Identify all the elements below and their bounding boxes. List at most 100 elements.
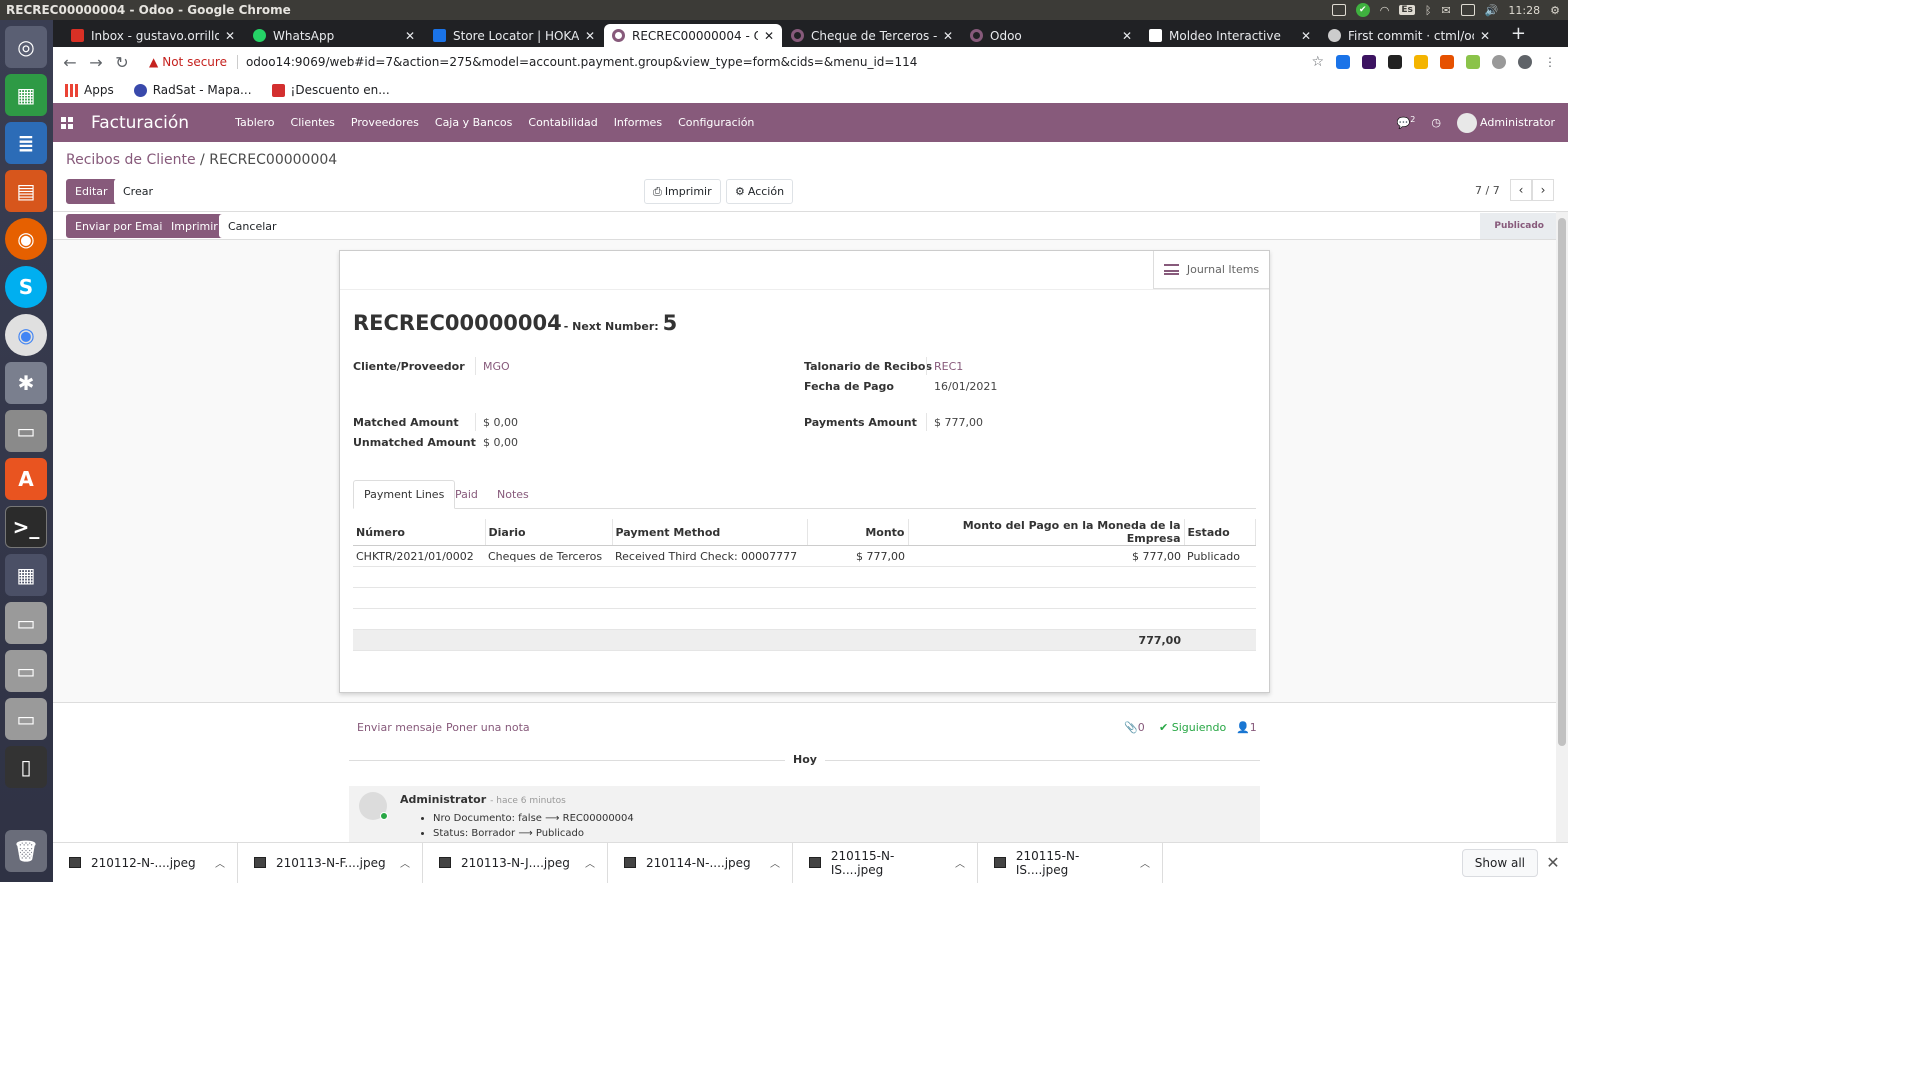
browser-tab[interactable]: Moldeo Interactive ✕ [1141,24,1319,47]
keyboard-layout-indicator[interactable]: Es [1399,5,1415,15]
close-tab-icon[interactable]: ✕ [585,29,595,43]
phone-device-icon[interactable]: ▯ [5,746,47,788]
receiptbook-field[interactable]: REC1 [934,360,963,373]
following-button[interactable]: ✔ Siguiendo [1159,721,1226,734]
security-warning[interactable]: ▲ Not secure [149,55,227,69]
bluetooth-icon[interactable]: ᛒ [1425,4,1432,17]
menu-proveedores[interactable]: Proveedores [351,116,419,129]
chevron-up-icon[interactable]: ︿ [585,855,595,870]
close-tab-icon[interactable]: ✕ [1480,29,1490,43]
close-downloads-icon[interactable]: ✕ [1538,853,1568,872]
sync-ok-icon[interactable]: ✔ [1355,3,1370,17]
terminal-icon[interactable]: >_ [5,506,47,548]
tab-notes[interactable]: Notes [487,480,539,509]
menu-contabilidad[interactable]: Contabilidad [528,116,597,129]
menu-caja-y-bancos[interactable]: Caja y Bancos [435,116,513,129]
clock[interactable]: 11:28 [1508,4,1540,17]
next-record-button[interactable]: › [1532,179,1554,201]
download-item[interactable]: 210115-N-IS....jpeg ︿ [793,842,978,883]
back-icon[interactable]: ← [57,53,83,72]
edit-button[interactable]: Editar [66,179,117,204]
cancel-button[interactable]: Cancelar [219,214,286,238]
close-tab-icon[interactable]: ✕ [1301,29,1311,43]
extension-icon[interactable] [1388,55,1402,69]
close-tab-icon[interactable]: ✕ [764,29,774,43]
chrome-icon[interactable]: ◉ [5,314,47,356]
system-tools-icon[interactable]: ✱ [5,362,47,404]
profile-avatar-icon[interactable] [1518,55,1532,69]
wifi-icon[interactable]: ◠ [1380,4,1390,17]
settings-gear-icon[interactable]: ⚙ [1550,4,1560,17]
address-bar[interactable]: odoo14:9069/web#id=7&action=275&model=ac… [236,55,917,69]
log-note-button[interactable]: Poner una nota [446,721,530,734]
chevron-up-icon[interactable]: ︿ [770,855,780,870]
messaging-icon[interactable]: 💬2 [1397,115,1416,130]
browser-tab[interactable]: Store Locator | HOKA O ✕ [425,24,603,47]
column-header-diario[interactable]: Diario [485,519,613,546]
tab-paid[interactable]: Paid [445,480,488,509]
tab-payment-lines[interactable]: Payment Lines [353,480,456,509]
new-tab-button[interactable]: + [1511,23,1526,44]
state-publicado[interactable]: Publicado [1480,213,1558,239]
chevron-up-icon[interactable]: ︿ [400,855,410,870]
writer-app-icon[interactable]: ≣ [5,122,47,164]
software-center-icon[interactable]: A [5,458,47,500]
mail-icon[interactable]: ✉ [1442,4,1451,17]
partner-field[interactable]: MGO [483,360,510,373]
close-tab-icon[interactable]: ✕ [225,29,235,43]
dash-home-icon[interactable]: ◎ [5,26,47,68]
close-tab-icon[interactable]: ✕ [405,29,415,43]
column-header-estado[interactable]: Estado [1184,519,1256,546]
close-tab-icon[interactable]: ✕ [943,29,953,43]
drive-icon[interactable]: ▭ [5,698,47,740]
extension-icon[interactable] [1362,55,1376,69]
print-dropdown[interactable]: ⎙ Imprimir [644,179,721,204]
spreadsheet-app-icon[interactable]: ▦ [5,74,47,116]
user-menu[interactable]: Administrator [1457,112,1555,133]
firefox-icon[interactable]: ◉ [5,218,47,260]
page-scrollbar[interactable] [1556,212,1568,842]
table-row[interactable]: CHKTR/2021/01/0002 Cheques de Terceros R… [353,545,1256,567]
chevron-up-icon[interactable]: ︿ [1140,855,1150,870]
browser-tab-active[interactable]: RECREC00000004 - Odoo✕ [604,24,782,47]
menu-configuracion[interactable]: Configuración [678,116,754,129]
journal-items-smart-button[interactable]: Journal Items [1153,251,1269,289]
download-item[interactable]: 210113-N-F....jpeg ︿ [238,842,423,883]
followers-button[interactable]: 👤1 [1236,721,1257,734]
menu-clientes[interactable]: Clientes [291,116,335,129]
attachments-button[interactable]: 📎0 [1124,721,1145,734]
download-item[interactable]: 210112-N-....jpeg ︿ [53,842,238,883]
extension-icon[interactable] [1440,55,1454,69]
cloud-icon[interactable] [1331,4,1346,16]
volume-icon[interactable]: 🔊 [1485,4,1499,17]
create-button[interactable]: Crear [114,179,162,204]
message-author[interactable]: Administrator - hace 6 minutos [400,793,566,806]
extension-icon[interactable] [1414,55,1428,69]
download-item[interactable]: 210113-N-J....jpeg ︿ [423,842,608,883]
apps-menu-icon[interactable] [61,116,73,129]
forward-icon[interactable]: → [83,53,109,72]
extension-icon[interactable] [1336,55,1350,69]
download-item[interactable]: 210114-N-....jpeg ︿ [608,842,793,883]
print-receipt-button[interactable]: Imprimir [162,214,227,238]
skype-icon[interactable]: S [5,266,47,308]
browser-tab[interactable]: Odoo ✕ [962,24,1140,47]
battery-icon[interactable] [1460,4,1475,16]
drive-icon[interactable]: ▭ [5,602,47,644]
previous-record-button[interactable]: ‹ [1510,179,1532,201]
column-header-numero[interactable]: Número [353,519,486,546]
chrome-menu-icon[interactable]: ⋮ [1544,55,1556,69]
bookmark-apps[interactable]: Apps [65,83,114,97]
bookmark-star-icon[interactable]: ☆ [1311,54,1324,70]
impress-app-icon[interactable]: ▤ [5,170,47,212]
extension-icon[interactable] [1492,55,1506,69]
download-item[interactable]: 210115-N-IS....jpeg ︿ [978,842,1163,883]
column-header-payment-method[interactable]: Payment Method [612,519,808,546]
browser-tab[interactable]: First commit · ctml/odo ✕ [1320,24,1498,47]
extension-icon[interactable] [1466,55,1480,69]
chevron-up-icon[interactable]: ︿ [955,855,965,870]
drive-icon[interactable]: ▭ [5,650,47,692]
column-header-monto-moneda-empresa[interactable]: Monto del Pago en la Moneda de la Empres… [908,519,1185,546]
close-tab-icon[interactable]: ✕ [1122,29,1132,43]
action-dropdown[interactable]: ⚙ Acción [726,179,794,204]
